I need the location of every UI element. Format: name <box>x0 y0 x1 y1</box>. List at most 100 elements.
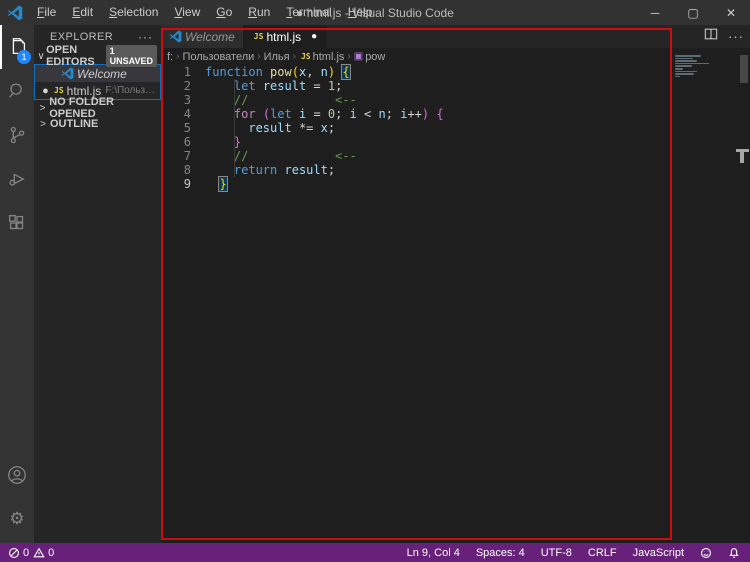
code-line[interactable]: 5 result *= x; <box>161 121 672 135</box>
modified-dot-icon: ● <box>42 84 49 97</box>
code-line[interactable]: 9 } <box>161 176 672 192</box>
menu-selection[interactable]: Selection <box>101 0 166 25</box>
line-number: 2 <box>183 79 191 93</box>
explorer-sidebar: EXPLORER ··· ∨ OPEN EDITORS 1 UNSAVED We… <box>34 25 161 543</box>
method-symbol-icon: ▣ <box>353 51 364 62</box>
js-file-icon: JS <box>253 32 264 41</box>
menu-run[interactable]: Run <box>240 0 278 25</box>
minimap-line <box>675 57 693 60</box>
breadcrumb-symbol-pow[interactable]: ▣ pow <box>354 51 386 63</box>
code-line[interactable]: 2 let result = 1; <box>161 79 672 93</box>
sidebar-title: EXPLORER <box>50 30 114 43</box>
settings-gear-icon[interactable]: ⚙ <box>0 497 34 541</box>
indentation-status[interactable]: Spaces: 4 <box>476 547 525 559</box>
menu-help[interactable]: Help <box>340 0 381 25</box>
no-folder-opened-header[interactable]: > NO FOLDER OPENED <box>34 96 161 120</box>
vscode-file-icon <box>61 67 74 80</box>
menu-bar: File Edit Selection View Go Run Terminal Help <box>29 0 380 25</box>
minimap-line <box>675 75 680 78</box>
line-number: 4 <box>183 107 191 121</box>
editor-group: Welcome JS html.js ● ··· f: › Пользовате… <box>161 25 750 543</box>
breadcrumb-separator: › <box>292 51 296 62</box>
vertical-scrollbar[interactable] <box>740 55 748 83</box>
errors-status[interactable]: 0 <box>8 547 29 559</box>
menu-edit[interactable]: Edit <box>64 0 101 25</box>
minimap-line <box>675 70 697 73</box>
code-line[interactable]: 4 for (let i = 0; i < n; i++) { <box>161 107 672 121</box>
indent-guide <box>234 79 235 177</box>
code-line[interactable]: 1 function pow(x, n) { <box>161 64 672 80</box>
close-button[interactable]: ✕ <box>712 0 750 25</box>
bell-icon[interactable] <box>728 547 740 559</box>
explorer-icon[interactable]: 1 <box>0 25 34 69</box>
minimize-button[interactable]: ─ <box>636 0 674 25</box>
line-number: 1 <box>183 65 191 79</box>
run-debug-icon[interactable] <box>0 157 34 201</box>
eol-status[interactable]: CRLF <box>588 547 617 559</box>
vscode-window: File Edit Selection View Go Run Terminal Help ●… <box>0 0 750 562</box>
breadcrumb-drive[interactable]: f: <box>167 51 173 63</box>
warnings-status[interactable]: 0 <box>33 547 54 559</box>
overview-ruler-cursor <box>740 152 744 163</box>
modified-dot-icon[interactable]: ● <box>311 31 317 42</box>
code-line[interactable]: 8 return result; <box>161 163 672 177</box>
activity-bar: 1 ⚙ <box>0 25 34 543</box>
breadcrumb-separator: › <box>257 51 261 62</box>
breadcrumb-file[interactable]: JS html.js <box>299 51 344 63</box>
breadcrumb-separator: › <box>176 51 180 62</box>
vscode-file-icon <box>169 30 182 43</box>
source-control-icon[interactable] <box>0 113 34 157</box>
feedback-icon[interactable] <box>700 547 712 559</box>
line-number: 3 <box>183 93 191 107</box>
tab-bar: Welcome JS html.js ● ··· <box>161 25 750 48</box>
line-number: 9 <box>183 177 191 191</box>
chevron-right-icon: > <box>40 118 46 130</box>
text-cursor <box>226 178 229 191</box>
code-line[interactable]: 7 // <-- <box>161 149 672 163</box>
open-editors-header[interactable]: ∨ OPEN EDITORS 1 UNSAVED <box>34 44 161 68</box>
window-controls: ─ ▢ ✕ <box>636 0 750 25</box>
minimap-line <box>675 55 701 57</box>
extensions-icon[interactable] <box>0 201 34 245</box>
chevron-down-icon: ∨ <box>37 50 45 62</box>
language-mode-status[interactable]: JavaScript <box>633 547 684 559</box>
menu-view[interactable]: View <box>166 0 208 25</box>
line-number: 7 <box>183 149 191 163</box>
sidebar-more-actions[interactable]: ··· <box>138 30 153 44</box>
unsaved-badge: 1 UNSAVED <box>105 45 157 67</box>
line-number: 8 <box>183 163 191 177</box>
code-line[interactable]: 3 // <-- <box>161 93 672 107</box>
minimap-line <box>675 73 694 75</box>
minimap-line <box>675 67 683 70</box>
code-editor[interactable]: 1 function pow(x, n) {2 let result = 1; 3 … <box>161 64 672 192</box>
encoding-status[interactable]: UTF-8 <box>541 547 572 559</box>
menu-go[interactable]: Go <box>208 0 240 25</box>
title-bar: File Edit Selection View Go Run Terminal Help ●… <box>0 0 750 25</box>
tab-htmljs[interactable]: JS html.js ● <box>243 25 327 48</box>
minimap-line <box>675 62 709 65</box>
minimap[interactable] <box>675 55 737 78</box>
minimap-line <box>675 60 697 62</box>
cursor-position-status[interactable]: Ln 9, Col 4 <box>407 547 460 559</box>
line-number: 5 <box>183 121 191 135</box>
more-actions-icon[interactable]: ··· <box>728 29 744 44</box>
error-icon <box>8 547 20 559</box>
search-icon[interactable] <box>0 69 34 113</box>
warning-icon <box>33 547 45 559</box>
breadcrumb-folder[interactable]: Илья <box>264 51 290 63</box>
account-icon[interactable] <box>0 453 34 497</box>
open-editors-list: Welcome ● JS html.js F:\Пользов... <box>34 64 161 100</box>
breadcrumb-folder[interactable]: Пользователи <box>182 51 254 63</box>
status-bar: 0 0 Ln 9, Col 4 Spaces: 4 UTF-8 CRLF JavaScr… <box>0 543 750 562</box>
code-line[interactable]: 6 } <box>161 135 672 149</box>
explorer-badge: 1 <box>17 50 31 64</box>
menu-terminal[interactable]: Terminal <box>278 0 339 25</box>
breadcrumbs: f: › Пользователи › Илья › JS html.js › … <box>161 48 672 65</box>
split-editor-icon[interactable] <box>704 27 718 46</box>
minimap-line <box>675 65 692 67</box>
js-file-icon: JS <box>54 86 64 95</box>
vscode-logo-icon <box>7 5 23 20</box>
maximize-button[interactable]: ▢ <box>674 0 712 25</box>
tab-welcome[interactable]: Welcome <box>161 25 244 48</box>
menu-file[interactable]: File <box>29 0 64 25</box>
